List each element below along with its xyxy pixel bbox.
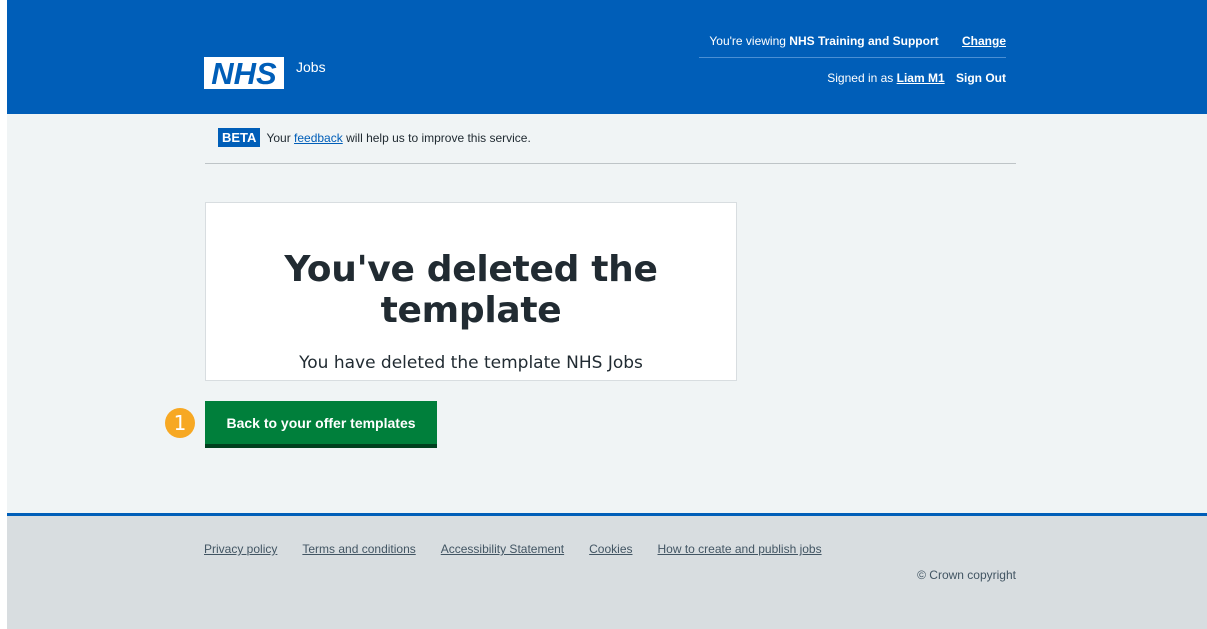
site-header: NHS Jobs You're viewing NHS Training and… [7, 0, 1207, 114]
confirmation-panel: You've deleted the template You have del… [205, 202, 737, 381]
beta-text-before: Your [266, 130, 291, 145]
cookies-link[interactable]: Cookies [589, 542, 632, 556]
feedback-link[interactable]: feedback [294, 131, 343, 145]
copyright: © Crown copyright [917, 568, 1016, 582]
step-marker: 1 [165, 408, 195, 438]
viewing-prefix: You're viewing [709, 34, 786, 48]
beta-divider [205, 163, 1016, 164]
change-organisation-link[interactable]: Change [962, 34, 1006, 48]
sign-out-link[interactable]: Sign Out [956, 71, 1006, 85]
confirmation-title: You've deleted the template [284, 249, 658, 331]
nhs-jobs-home-link[interactable]: NHS Jobs [204, 57, 326, 89]
site-footer: Privacy policy Terms and conditions Acce… [7, 516, 1207, 629]
signed-in-prefix: Signed in as [827, 71, 894, 85]
terms-and-conditions-link[interactable]: Terms and conditions [302, 542, 415, 556]
header-divider [699, 57, 1006, 58]
back-to-offer-templates-button[interactable]: Back to your offer templates [205, 401, 437, 444]
logo-text: NHS [211, 57, 277, 89]
account-info: Signed in as Liam M1 Sign Out [827, 71, 1006, 85]
nhs-logo-icon: NHS [204, 57, 284, 89]
footer-links: Privacy policy Terms and conditions Acce… [204, 542, 847, 556]
service-name: Jobs [296, 59, 326, 75]
beta-text-after: will help us to improve this service. [346, 130, 531, 145]
confirmation-body: You have deleted the template NHS Jobs [299, 353, 643, 373]
organisation-name: NHS Training and Support [789, 34, 939, 48]
how-to-create-and-publish-jobs-link[interactable]: How to create and publish jobs [658, 542, 822, 556]
privacy-policy-link[interactable]: Privacy policy [204, 542, 277, 556]
page: NHS Jobs You're viewing NHS Training and… [7, 0, 1207, 629]
beta-tag: BETA [218, 128, 261, 147]
accessibility-statement-link[interactable]: Accessibility Statement [441, 542, 564, 556]
user-name-link[interactable]: Liam M1 [897, 71, 945, 85]
organisation-switcher: You're viewing NHS Training and Support … [709, 34, 1006, 48]
beta-banner: BETA Your feedback will help us to impro… [218, 128, 531, 147]
